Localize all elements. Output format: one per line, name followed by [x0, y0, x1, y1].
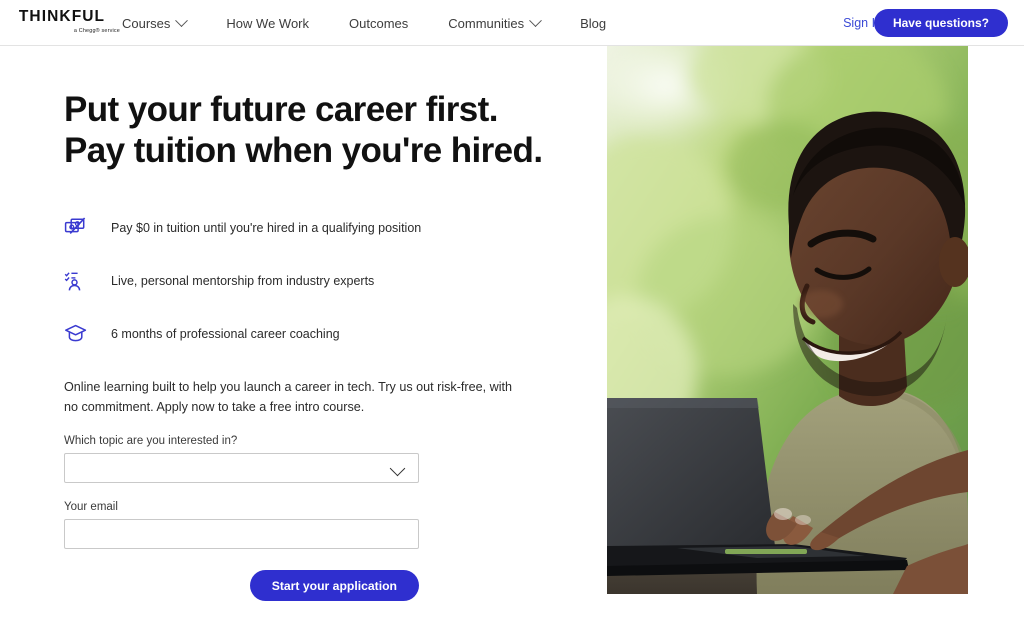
- nav-item-label: Communities: [448, 15, 525, 31]
- feature-item: 6 months of professional career coaching: [64, 307, 584, 360]
- hero-content: Put your future career first. Pay tuitio…: [64, 46, 584, 602]
- nav-item-blog[interactable]: Blog: [580, 16, 606, 31]
- logo-wordmark: THINKFUL: [18, 8, 106, 25]
- nav-item-outcomes[interactable]: Outcomes: [349, 16, 408, 31]
- nav-item-label: Blog: [580, 15, 607, 31]
- submit-row: Start your application: [64, 570, 419, 602]
- hero-photo-illustration: [607, 46, 968, 594]
- have-questions-button[interactable]: Have questions?: [873, 8, 1008, 37]
- feature-item: Live, personal mentorship from industry …: [64, 254, 584, 307]
- chevron-down-icon: [529, 13, 542, 27]
- nav-item-label: Outcomes: [349, 15, 409, 31]
- email-field[interactable]: [64, 519, 419, 550]
- nav-item-courses[interactable]: Courses: [122, 13, 189, 31]
- feature-item: Pay $0 in tuition until you're hired in …: [64, 201, 584, 254]
- nav-item-label: How We Work: [226, 15, 310, 31]
- feature-text: Live, personal mentorship from industry …: [111, 273, 375, 288]
- mentor-person-checklist-icon: [64, 267, 96, 295]
- graduation-cap-icon: [64, 320, 96, 348]
- nav-item-how-we-work[interactable]: How We Work: [226, 16, 309, 31]
- headline-line-2: Pay tuition when you're hired.: [64, 130, 543, 170]
- email-field-label: Your email: [64, 501, 118, 514]
- chevron-down-icon: [389, 460, 406, 477]
- topic-field-label: Which topic are you interested in?: [64, 435, 238, 448]
- hero-photo: [607, 46, 968, 594]
- feature-list: Pay $0 in tuition until you're hired in …: [64, 201, 584, 360]
- topic-select[interactable]: [64, 453, 419, 484]
- nav-item-label: Courses: [122, 15, 171, 31]
- chevron-down-icon: [175, 13, 189, 27]
- start-application-button[interactable]: Start your application: [249, 570, 419, 602]
- thinkful-logo[interactable]: THINKFUL a Chegg® service: [14, 8, 120, 34]
- landing-page: THINKFUL a Chegg® service Courses How We…: [0, 0, 1024, 628]
- feature-text: 6 months of professional career coaching: [111, 326, 340, 341]
- feature-text: Pay $0 in tuition until you're hired in …: [111, 220, 422, 235]
- site-header: THINKFUL a Chegg® service Courses How We…: [0, 0, 1024, 46]
- no-money-icon: [64, 214, 96, 242]
- headline-line-1: Put your future career first.: [64, 90, 498, 129]
- primary-nav: Courses How We Work Outcomes Communities…: [122, 0, 606, 46]
- hero-description: Online learning built to help you launch…: [64, 380, 513, 414]
- logo-tagline: a Chegg® service: [73, 27, 120, 34]
- nav-item-communities[interactable]: Communities: [448, 13, 542, 31]
- page-title: Put your future career first. Pay tuitio…: [64, 90, 584, 171]
